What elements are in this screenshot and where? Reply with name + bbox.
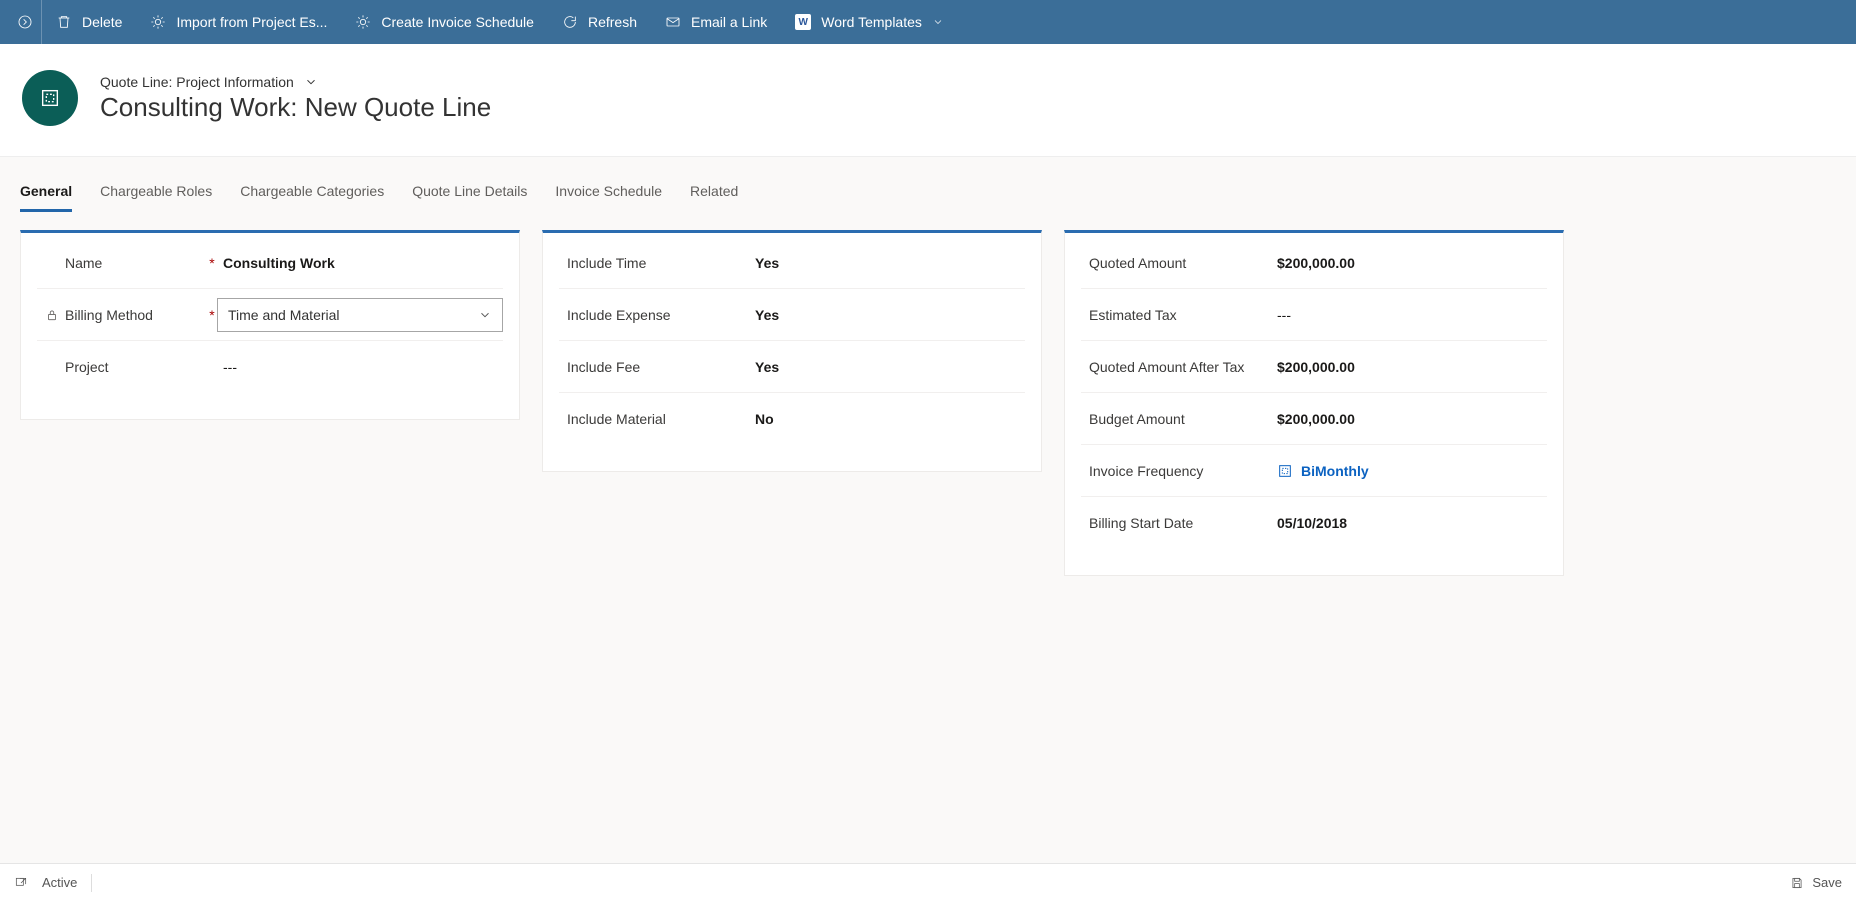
lock-icon: [45, 308, 59, 322]
include-expense-label: Include Expense: [567, 307, 671, 323]
field-include-expense: Include Expense Yes: [559, 289, 1025, 341]
tax-label: Estimated Tax: [1089, 307, 1177, 323]
page-title: Consulting Work: New Quote Line: [100, 92, 491, 123]
chevron-down-icon: [932, 16, 944, 28]
billing-method-select[interactable]: Time and Material: [217, 298, 503, 332]
field-quoted-after-tax: Quoted Amount After Tax $200,000.00: [1081, 341, 1547, 393]
budget-value[interactable]: $200,000.00: [1271, 411, 1547, 427]
import-label: Import from Project Es...: [176, 14, 327, 30]
tab-invoice-schedule[interactable]: Invoice Schedule: [555, 173, 662, 212]
project-value[interactable]: ---: [217, 359, 503, 375]
include-fee-value[interactable]: Yes: [749, 359, 1025, 375]
freq-value: BiMonthly: [1301, 463, 1369, 479]
required-marker: *: [207, 255, 217, 271]
after-tax-label: Quoted Amount After Tax: [1089, 359, 1244, 375]
import-button[interactable]: Import from Project Es...: [136, 0, 341, 44]
delete-label: Delete: [82, 14, 122, 30]
name-value[interactable]: Consulting Work: [217, 255, 503, 271]
create-invoice-button[interactable]: Create Invoice Schedule: [341, 0, 548, 44]
refresh-label: Refresh: [588, 14, 637, 30]
page-body: General Chargeable Roles Chargeable Cate…: [0, 156, 1856, 863]
include-material-value[interactable]: No: [749, 411, 1025, 427]
field-include-time: Include Time Yes: [559, 237, 1025, 289]
field-project: Project * ---: [37, 341, 503, 393]
tax-value[interactable]: ---: [1271, 307, 1547, 323]
delete-button[interactable]: Delete: [42, 0, 136, 44]
save-label: Save: [1812, 875, 1842, 890]
trash-icon: [56, 14, 72, 30]
field-include-material: Include Material No: [559, 393, 1025, 445]
cards-row: Name * Consulting Work Billing Method * …: [20, 230, 1836, 576]
entity-icon: [22, 70, 78, 126]
email-link-button[interactable]: Email a Link: [651, 0, 781, 44]
field-invoice-frequency: Invoice Frequency BiMonthly: [1081, 445, 1547, 497]
field-budget-amount: Budget Amount $200,000.00: [1081, 393, 1547, 445]
quoted-value[interactable]: $200,000.00: [1271, 255, 1547, 271]
include-fee-label: Include Fee: [567, 359, 640, 375]
save-button[interactable]: Save: [1790, 875, 1842, 890]
refresh-button[interactable]: Refresh: [548, 0, 651, 44]
refresh-icon: [562, 14, 578, 30]
form-selector[interactable]: Quote Line: Project Information: [100, 74, 491, 90]
word-templates-button[interactable]: W Word Templates: [781, 0, 958, 44]
popout-icon[interactable]: [14, 876, 28, 890]
card-includes: Include Time Yes Include Expense Yes Inc…: [542, 230, 1042, 472]
word-templates-label: Word Templates: [821, 14, 922, 30]
field-billing-method: Billing Method * Time and Material: [37, 289, 503, 341]
save-icon: [1790, 876, 1804, 890]
field-name: Name * Consulting Work: [37, 237, 503, 289]
include-time-value[interactable]: Yes: [749, 255, 1025, 271]
tab-general[interactable]: General: [20, 173, 72, 212]
billing-value: Time and Material: [228, 307, 340, 323]
quoted-label: Quoted Amount: [1089, 255, 1186, 271]
field-estimated-tax: Estimated Tax ---: [1081, 289, 1547, 341]
include-expense-value[interactable]: Yes: [749, 307, 1025, 323]
field-quoted-amount: Quoted Amount $200,000.00: [1081, 237, 1547, 289]
required-marker: *: [207, 307, 217, 323]
record-header: Quote Line: Project Information Consulti…: [0, 44, 1856, 156]
chevron-down-icon: [478, 308, 492, 322]
word-icon: W: [795, 14, 811, 30]
start-label: Billing Start Date: [1089, 515, 1193, 531]
back-button[interactable]: [8, 0, 42, 44]
card-amounts: Quoted Amount $200,000.00 Estimated Tax …: [1064, 230, 1564, 576]
name-label: Name: [65, 255, 102, 271]
include-time-label: Include Time: [567, 255, 646, 271]
field-include-fee: Include Fee Yes: [559, 341, 1025, 393]
create-invoice-label: Create Invoice Schedule: [381, 14, 534, 30]
include-material-label: Include Material: [567, 411, 666, 427]
after-tax-value[interactable]: $200,000.00: [1271, 359, 1547, 375]
billing-label: Billing Method: [65, 307, 153, 323]
status-bar: Active Save: [0, 863, 1856, 901]
card-basic: Name * Consulting Work Billing Method * …: [20, 230, 520, 420]
field-billing-start: Billing Start Date 05/10/2018: [1081, 497, 1547, 549]
email-link-label: Email a Link: [691, 14, 767, 30]
chevron-down-icon: [304, 75, 318, 89]
tab-chargeable-roles[interactable]: Chargeable Roles: [100, 173, 212, 212]
email-icon: [665, 14, 681, 30]
freq-label: Invoice Frequency: [1089, 463, 1203, 479]
import-icon: [150, 14, 166, 30]
start-value[interactable]: 05/10/2018: [1271, 515, 1547, 531]
freq-value-wrap[interactable]: BiMonthly: [1271, 463, 1547, 479]
record-state: Active: [42, 875, 77, 890]
breadcrumb-text: Quote Line: Project Information: [100, 74, 294, 90]
gear-icon: [355, 14, 371, 30]
tab-related[interactable]: Related: [690, 173, 738, 212]
tab-chargeable-categories[interactable]: Chargeable Categories: [240, 173, 384, 212]
tab-quote-line-details[interactable]: Quote Line Details: [412, 173, 527, 212]
tab-list: General Chargeable Roles Chargeable Cate…: [20, 173, 1836, 212]
divider: [91, 874, 92, 892]
budget-label: Budget Amount: [1089, 411, 1185, 427]
project-label: Project: [65, 359, 109, 375]
entity-icon: [1277, 463, 1293, 479]
command-bar: Delete Import from Project Es... Create …: [0, 0, 1856, 44]
